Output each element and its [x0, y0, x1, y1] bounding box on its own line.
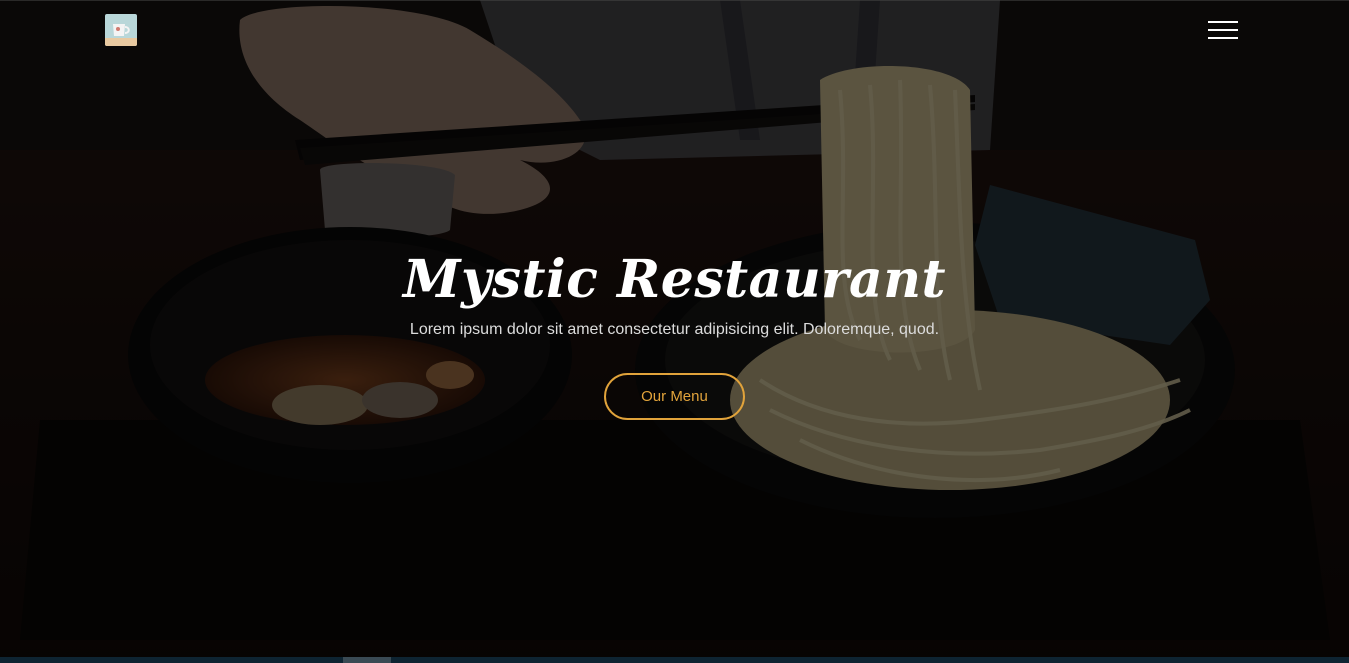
horizontal-scrollbar[interactable]	[0, 657, 1349, 663]
hero-title: Mystic Restaurant	[402, 249, 947, 310]
menu-line	[1208, 29, 1238, 31]
cup-logo-icon[interactable]	[105, 14, 137, 46]
menu-line	[1208, 37, 1238, 39]
hero-section: Mystic Restaurant Lorem ipsum dolor sit …	[0, 0, 1349, 663]
hero-subtitle: Lorem ipsum dolor sit amet consectetur a…	[409, 321, 940, 338]
menu-line	[1208, 21, 1238, 23]
scrollbar-thumb[interactable]	[343, 657, 391, 663]
hamburger-menu-icon[interactable]	[1206, 19, 1240, 43]
hero-content: Mystic Restaurant Lorem ipsum dolor sit …	[0, 240, 1349, 420]
logo-graphic	[105, 14, 137, 46]
top-border	[0, 0, 1349, 1]
our-menu-button[interactable]: Our Menu	[604, 373, 745, 420]
